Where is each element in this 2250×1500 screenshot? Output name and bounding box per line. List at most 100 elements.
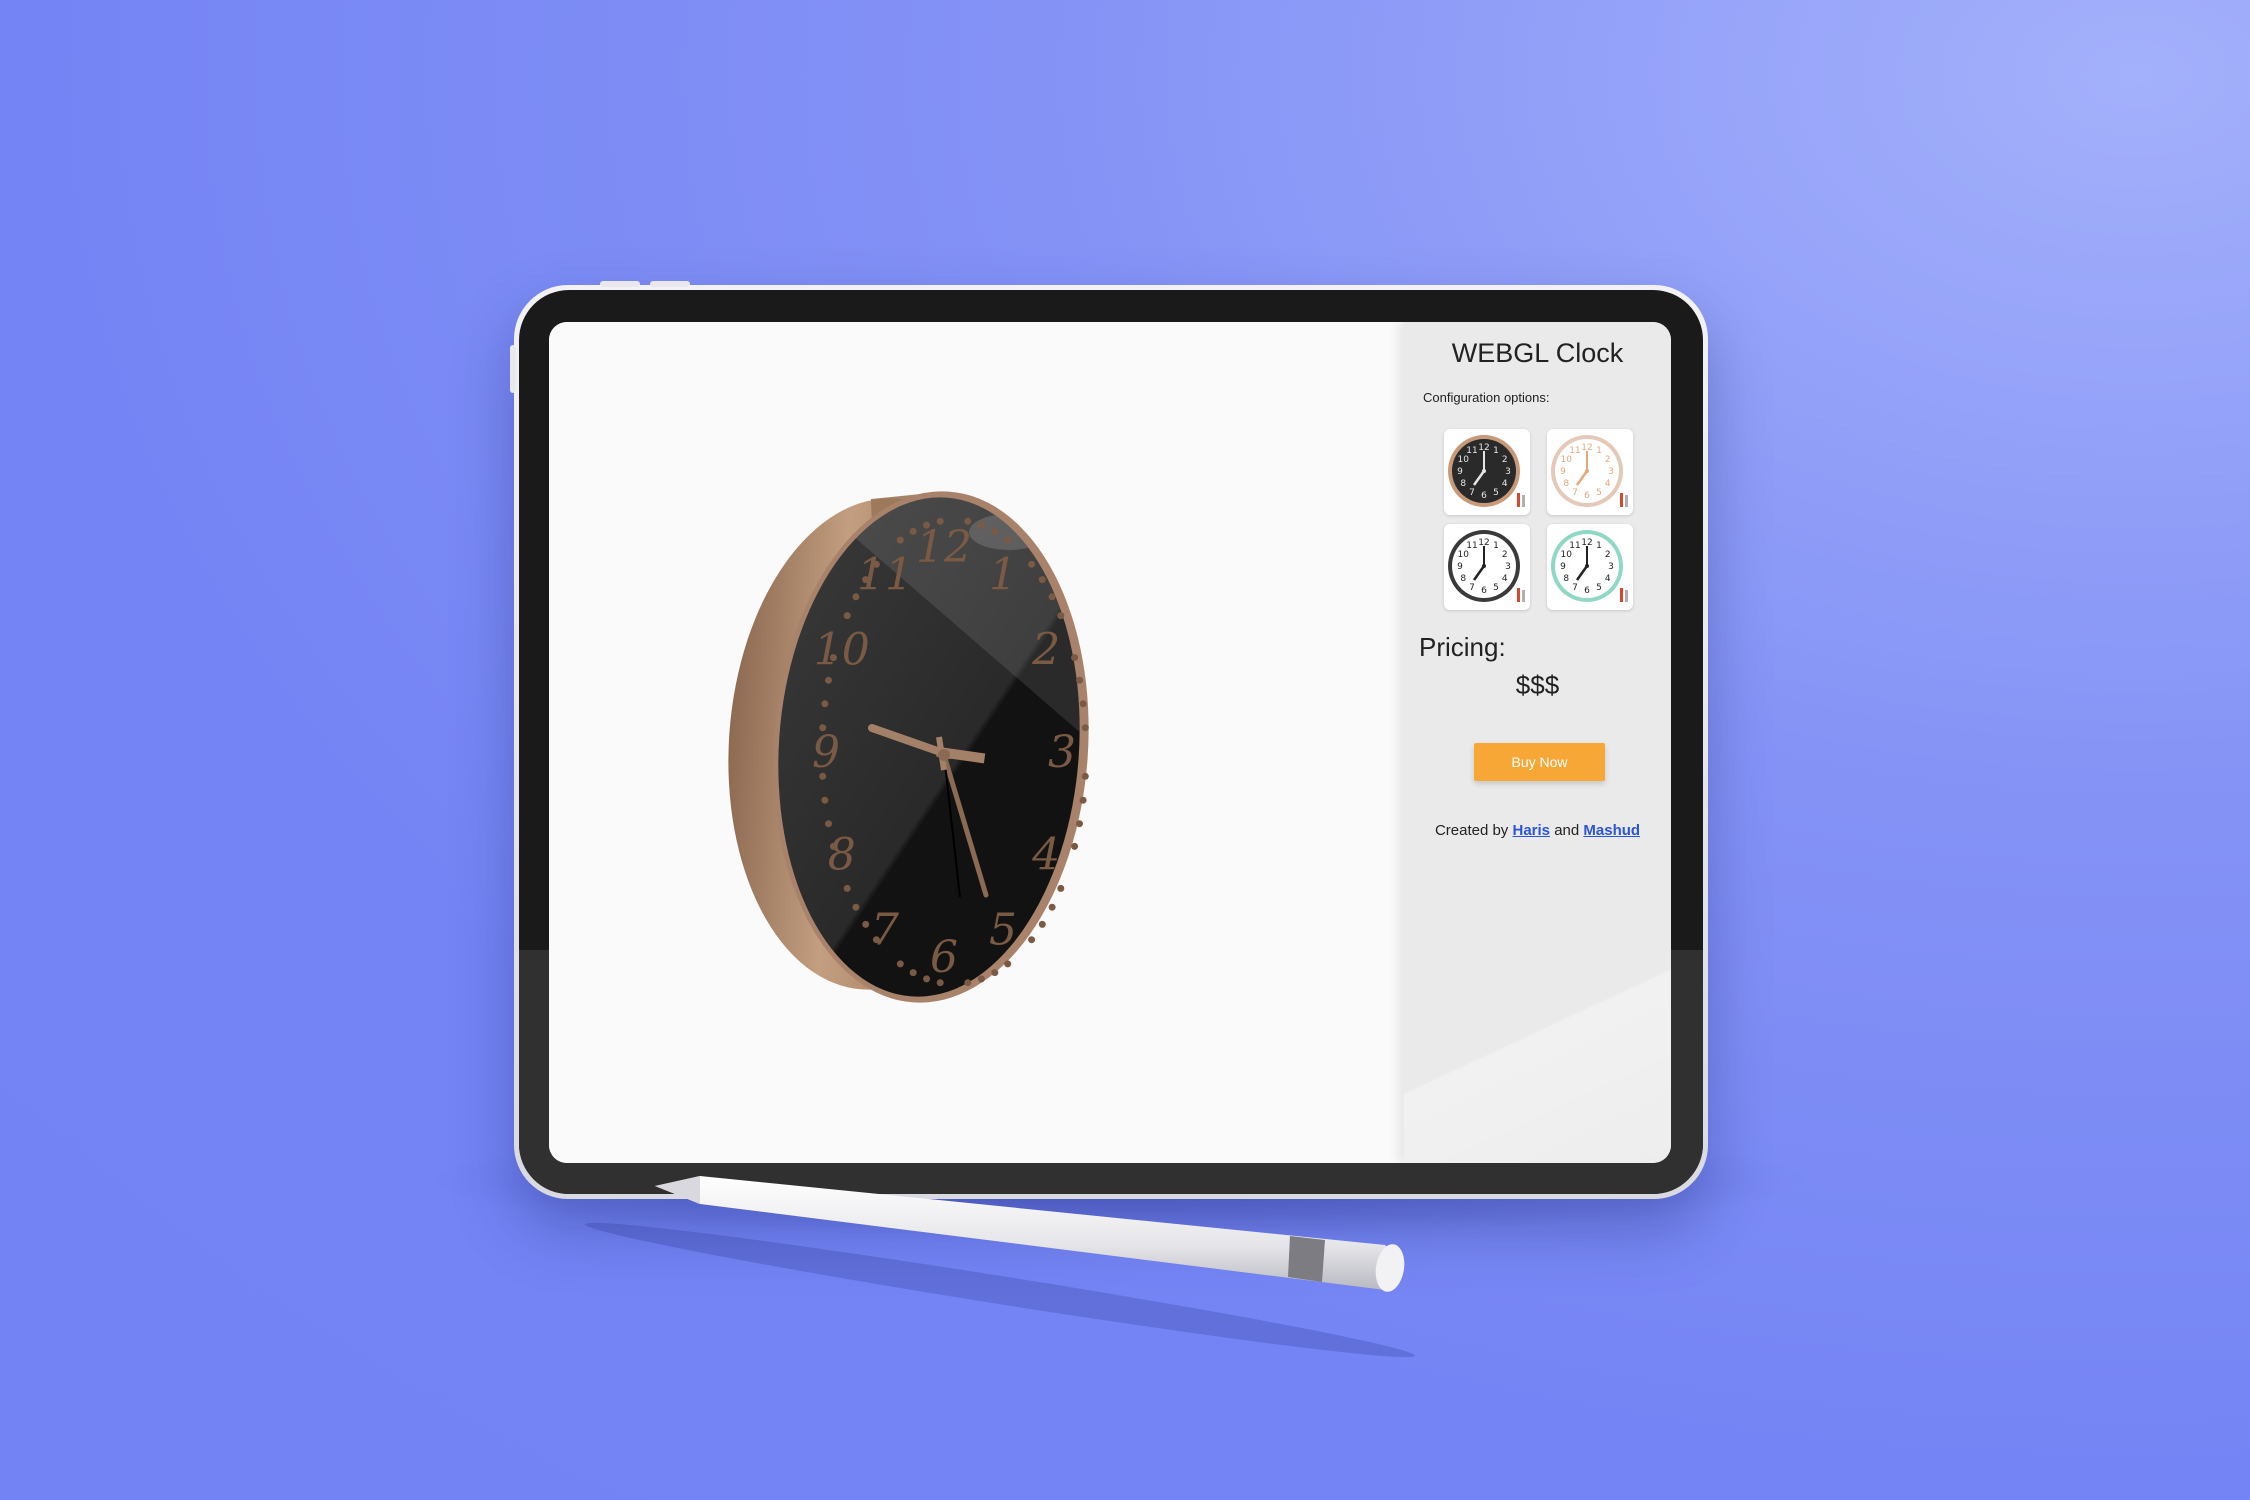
clock-minute-dot [1079,700,1087,708]
tablet-top-button-2 [650,281,690,287]
svg-text:3: 3 [1608,562,1614,572]
clock-minute-dot [1028,936,1036,944]
svg-text:9: 9 [1560,467,1566,477]
svg-text:10: 10 [1457,455,1469,465]
svg-text:10: 10 [1457,550,1469,560]
svg-text:8: 8 [1563,574,1569,584]
page-title: WEBGL Clock [1451,338,1624,368]
svg-text:7: 7 [1469,583,1475,593]
clock-thumbnail-icon: 12 1234567891011 [1551,435,1628,507]
clock-minute-dot [1038,920,1046,928]
svg-text:11: 11 [1569,446,1580,456]
clock-numeral: 3 [1048,727,1076,778]
svg-text:3: 3 [1608,467,1614,477]
price-value: $$$ [1515,670,1560,700]
svg-text:4: 4 [1502,479,1508,489]
credits-conjunction: and [1554,822,1580,839]
svg-text:11: 11 [1466,446,1477,456]
svg-text:7: 7 [1572,583,1578,593]
clock-numeral: 2 [1031,625,1060,676]
config-option-black-rose-gold[interactable]: 12 1 2 3 4 5 6 7 8 9 10 11 [1444,429,1530,515]
clock-numeral: 4 [1031,830,1060,881]
author-link-mashud[interactable]: Mashud [1583,822,1640,839]
tablet-side-button [510,345,516,393]
clock-numeral: 10 [814,625,870,676]
clock-minute-dot [1081,724,1089,732]
config-option-white-mint[interactable]: 12 1 2 3 4 5 6 7 8 9 10 11 [1547,524,1633,610]
svg-text:3: 3 [1505,467,1511,477]
svg-text:1: 1 [1596,446,1602,456]
author-link-haris[interactable]: Haris [1512,822,1550,839]
svg-text:8: 8 [1563,479,1569,489]
config-option-white-rose-gold[interactable]: 12 1 2 3 4 5 6 7 8 9 10 11 [1547,429,1633,515]
clock-minute-dot [1038,576,1046,584]
config-panel: WEBGL Clock Configuration options: 12 1 2 3… [1404,322,1671,1163]
clock-minute-dot [991,527,999,535]
credits-prefix: Created by [1434,822,1509,839]
clock-minute-dot [1057,884,1065,892]
config-options-label: Configuration options: [1423,390,1550,405]
clock-minute-dot [1076,820,1083,828]
clock-minute-dot [1057,612,1065,620]
clock-minute-dot [825,820,832,828]
clock-minute-dot [825,676,832,684]
clock-minute-dot [1004,536,1012,544]
tablet-top-button [600,281,640,287]
svg-text:11: 11 [1569,541,1580,551]
clock-minute-dot [1071,842,1079,850]
svg-text:9: 9 [1457,562,1463,572]
clock-minute-dot [909,969,917,977]
svg-text:9: 9 [1457,467,1463,477]
svg-text:7: 7 [1572,488,1578,498]
clock-minute-dot [991,969,999,977]
svg-text:4: 4 [1502,574,1508,584]
svg-text:8: 8 [1460,479,1466,489]
svg-text:5: 5 [1493,583,1499,593]
clock-minute-dot [843,612,851,620]
clock-thumbnail-icon: 12 1234567891011 [1448,530,1525,602]
svg-text:6: 6 [1584,586,1590,596]
svg-text:6: 6 [1481,586,1487,596]
svg-text:2: 2 [1502,455,1508,465]
clock-minute-dot [821,796,829,804]
clock-numeral: 1 [989,550,1017,601]
svg-text:7: 7 [1469,488,1475,498]
tablet-screen: 12 1 2 3 4 5 6 7 8 9 10 11 WEBGL Clock Configuratio… [549,322,1671,1163]
config-option-white-black[interactable]: 12 1 2 3 4 5 6 7 8 9 10 11 [1444,524,1530,610]
svg-text:11: 11 [1466,541,1477,551]
svg-text:1: 1 [1596,541,1602,551]
clock-minute-dot [1028,560,1036,568]
svg-text:2: 2 [1502,550,1508,560]
clock-minute-dot [964,979,972,987]
svg-text:5: 5 [1596,488,1602,498]
webgl-canvas[interactable]: 12 1 2 3 4 5 6 7 8 9 10 11 [549,322,1404,1163]
clock-minute-dot [852,903,860,911]
clock-minute-dot [1048,593,1056,601]
clock-numeral: 11 [857,550,913,601]
pricing-label: Pricing: [1419,632,1506,662]
credits: Created by Haris and Mashud [1404,822,1671,839]
svg-text:10: 10 [1560,455,1572,465]
svg-text:4: 4 [1605,574,1611,584]
svg-text:4: 4 [1605,479,1611,489]
svg-text:5: 5 [1493,488,1499,498]
clock-thumbnail-icon: 12 1234567891011 [1448,435,1525,507]
svg-text:9: 9 [1560,562,1566,572]
clock-3d-model: 12 12 3 45678 9 10 11 [728,487,1097,1007]
buy-now-button[interactable]: Buy Now [1474,743,1605,781]
clock-minute-dot [843,884,851,892]
clock-numeral: 5 [989,905,1017,956]
svg-text:10: 10 [1560,550,1572,560]
clock-numeral: 9 [812,727,840,778]
clock-numeral: 12 [916,522,972,573]
clock-minute-dot [896,960,904,968]
clock-minute-dot [896,536,904,544]
clock-numeral: 8 [828,830,856,881]
svg-text:3: 3 [1505,562,1511,572]
clock-minute-dot [1071,654,1079,662]
clock-minute-dot [821,700,829,708]
svg-text:2: 2 [1605,455,1611,465]
clock-minute-dot [1076,676,1083,684]
svg-text:2: 2 [1605,550,1611,560]
clock-minute-dot [1081,772,1089,780]
